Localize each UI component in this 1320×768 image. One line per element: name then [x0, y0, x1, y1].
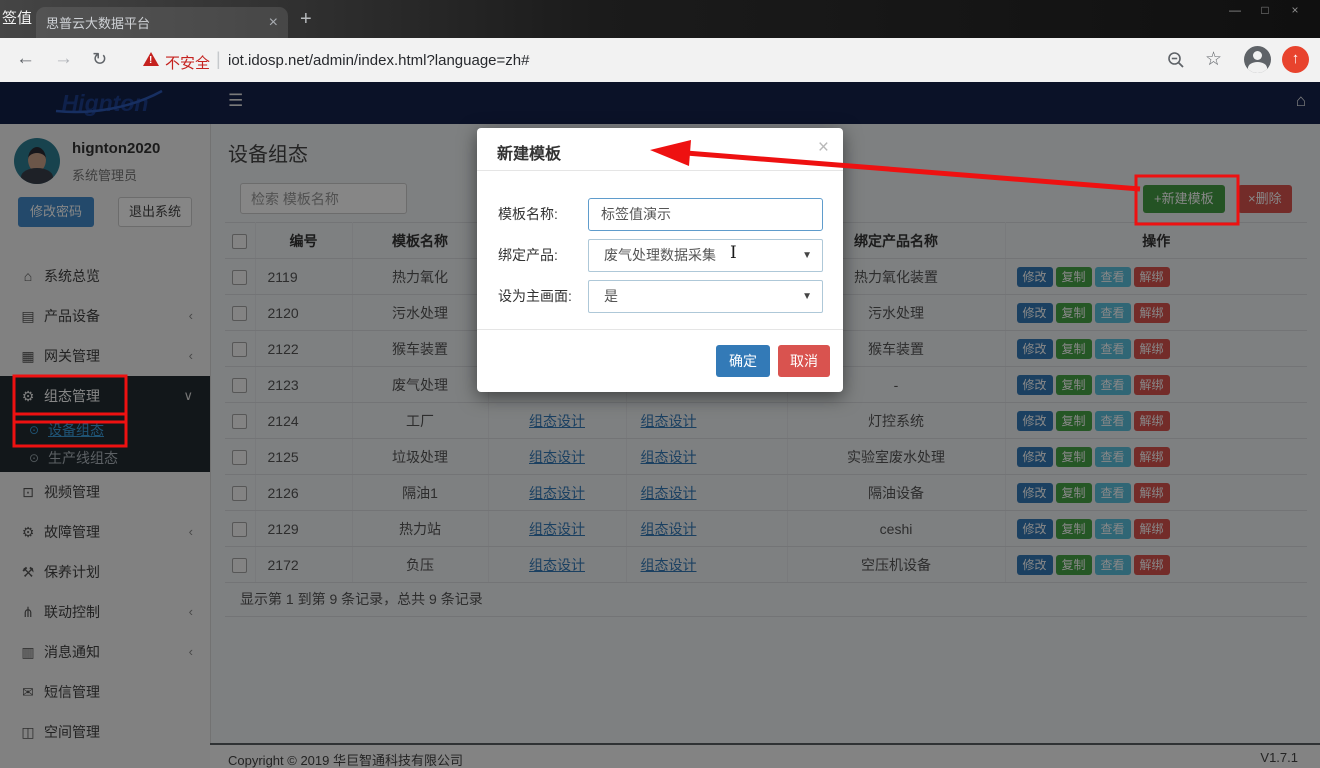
modal-header: 新建模板 × — [477, 128, 843, 171]
tab-title: 思普云大数据平台 — [46, 13, 269, 32]
field-label: 模板名称: — [498, 198, 588, 231]
profile-avatar-icon[interactable] — [1244, 46, 1271, 73]
modal-title: 新建模板 — [497, 140, 561, 164]
browser-tab[interactable]: 思普云大数据平台 × — [36, 7, 288, 38]
modal-footer: 确定 取消 — [477, 329, 843, 392]
insecure-label[interactable]: 不安全 — [165, 52, 210, 73]
forward-icon[interactable]: → — [54, 49, 73, 69]
minimize-icon[interactable]: — — [1220, 3, 1250, 17]
url-separator: | — [216, 49, 221, 70]
template-name-input[interactable]: 标签值演示 — [588, 198, 823, 231]
main-screen-select[interactable]: 是▼ — [588, 280, 823, 313]
browser-titlebar: 思普云大数据平台 × + —□× — [0, 0, 1320, 38]
zoom-out-icon[interactable] — [1166, 50, 1186, 75]
field-label: 设为主画面: — [498, 280, 588, 313]
field-label: 绑定产品: — [498, 239, 588, 272]
insecure-warning-icon[interactable]: ! — [143, 52, 159, 66]
screen: 思普云大数据平台 × + —□× 签值 ← → ↻ ! 不安全 | iot.id… — [0, 0, 1320, 768]
extension-icon[interactable]: ↑ — [1282, 46, 1309, 73]
modal-fields: 模板名称:标签值演示绑定产品:废气处理数据采集▼设为主画面:是▼ — [477, 171, 843, 339]
modal-close-icon[interactable]: × — [818, 137, 829, 159]
cancel-button[interactable]: 取消 — [778, 345, 830, 377]
reload-icon[interactable]: ↻ — [92, 49, 107, 69]
caret-down-icon: ▼ — [802, 281, 812, 312]
url-text[interactable]: iot.idosp.net/admin/index.html?language=… — [228, 52, 529, 69]
text-cursor: I — [730, 243, 737, 263]
maximize-icon[interactable]: □ — [1250, 3, 1280, 17]
window-controls: —□× — [1220, 3, 1310, 17]
new-template-modal: 新建模板 × 模板名称:标签值演示绑定产品:废气处理数据采集▼设为主画面:是▼ … — [477, 128, 843, 392]
confirm-button[interactable]: 确定 — [716, 345, 770, 377]
select-value: 是 — [604, 288, 618, 304]
new-tab-button[interactable]: + — [300, 8, 312, 31]
bind-product-select[interactable]: 废气处理数据采集 ▼ — [588, 239, 823, 272]
overlay-label: 签值 — [2, 7, 32, 28]
back-icon[interactable]: ← — [16, 49, 35, 69]
bookmark-star-icon[interactable]: ☆ — [1205, 48, 1222, 71]
caret-down-icon: ▼ — [802, 240, 812, 271]
select-value: 废气处理数据采集 — [604, 247, 716, 263]
close-window-icon[interactable]: × — [1280, 3, 1310, 17]
browser-addressbar: ← → ↻ ! 不安全 | iot.idosp.net/admin/index.… — [0, 38, 1320, 83]
tab-close-icon[interactable]: × — [269, 15, 278, 31]
